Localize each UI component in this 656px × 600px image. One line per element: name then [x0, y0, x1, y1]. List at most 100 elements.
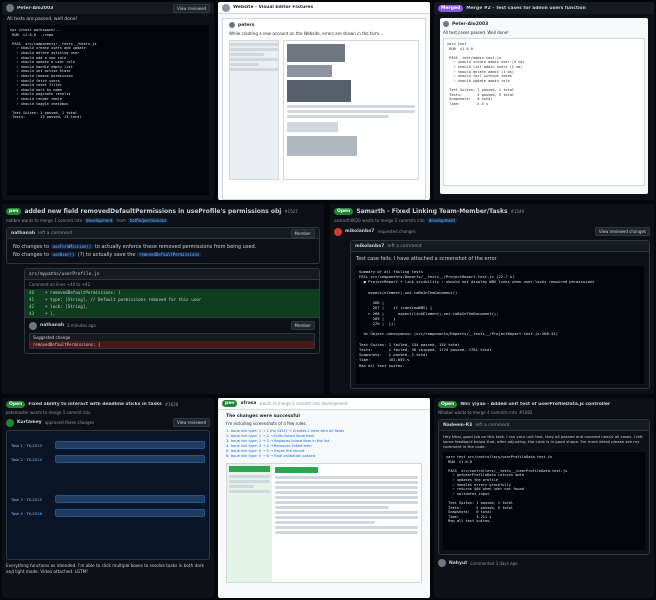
status-badge: Open — [6, 400, 26, 408]
avatar — [443, 21, 449, 27]
review-text: (?) to actually save the — [77, 252, 136, 258]
comment-subheading: I'm including screenshots of a few rules… — [226, 421, 307, 426]
comment-text: All test cases passed. Well done! — [443, 30, 509, 35]
avatar — [6, 4, 14, 12]
line-code: + type: [String], // Default permissions… — [45, 297, 202, 302]
tile-issue-links-pr: pen afrasa wants to merge 1 commit into … — [218, 398, 430, 598]
comment-card: peters While creating a new account on t… — [222, 18, 426, 200]
review-comment-header: mikolanbo7 left a comment — [351, 241, 649, 252]
footer-author[interactable]: Nahyut — [449, 561, 467, 566]
tile-permissions-pr: pen added new field removedDefaultPermis… — [2, 204, 324, 394]
comment-action: left a comment — [387, 243, 422, 249]
comment-author[interactable]: Peter-Alo2003 — [17, 6, 53, 11]
review-comment: nathanah left a comment Member No change… — [6, 227, 320, 264]
line-code: + }, — [45, 311, 56, 316]
diff-line: 43 + }, — [25, 310, 319, 317]
comment-author[interactable]: Nadeem-R3 — [443, 423, 472, 428]
browser-bar: Website - Visual Editor Fixtures — [218, 2, 430, 14]
base-branch[interactable]: development — [84, 218, 115, 223]
comment-body: The changes were successful I'm includin… — [218, 410, 430, 587]
pr-meta-text: samarth0620 wants to merge 2 commits int… — [334, 218, 425, 223]
status-badge: pen — [222, 400, 238, 407]
line-code: + removedDefaultPermissions: { — [45, 290, 121, 295]
view-reviewed-changes-button[interactable]: View reviewed changes — [594, 227, 650, 236]
comment-meta: Peter-Alo2003 — [443, 21, 645, 27]
tile-deadline-sticks-pr: Open Fixed ability to interact with dead… — [2, 398, 214, 598]
comment-action: left a comment — [475, 422, 510, 428]
pr-title[interactable]: Samarth - Fixed Linking Team-Member/Task… — [356, 208, 507, 215]
code-ref: removedDefaultPermissions — [137, 252, 202, 257]
screenshot-attachment — [226, 463, 422, 583]
pr-meta: Nhlatwi wants to merge 4 commits into #1… — [434, 410, 654, 415]
merged-badge: Merged — [438, 4, 464, 12]
review-comment-header: Nadeem-R3 left a comment — [439, 420, 649, 431]
tile-admin-tests: Merged Merge #2 - Test cases for admin u… — [434, 2, 654, 200]
status-badge: Open — [438, 400, 458, 408]
base-branch[interactable]: development — [426, 218, 458, 223]
code-ref: useUser() — [50, 252, 77, 257]
reply-time: 2 minutes ago — [67, 323, 96, 328]
review-comment: mikolanbo7 left a comment Test case fail… — [350, 240, 650, 389]
pr-title[interactable]: Merge #2 - Test cases for admin users fu… — [466, 6, 586, 11]
diff-file-path[interactable]: src/mypaths/userProfile.js — [25, 269, 319, 280]
head-branch[interactable]: hotfix/permissions — [127, 218, 169, 223]
tile-visual-editor: Website - Visual Editor Fixtures peters … — [218, 2, 430, 200]
comment-header: Peter-Alo2003 View reviewed — [2, 2, 214, 14]
deadline-stick[interactable] — [55, 455, 205, 463]
line-number: 42 — [29, 304, 35, 309]
comment-text: Hey Nhai, good job on this task. I ran y… — [443, 434, 643, 449]
issue-list-item[interactable]: 6. Issue link type: 5 → 6 → Final valida… — [226, 454, 422, 459]
review-text: to actually enforce these removed permis… — [94, 244, 257, 250]
review-line-1: No changes to useFormMission() to actual… — [13, 243, 313, 251]
comment-author[interactable]: mikolanbo7 — [355, 244, 384, 249]
page-url[interactable]: Website - Visual Editor Fixtures — [233, 5, 313, 10]
review-status: mikolanbo7 requested changes View review… — [330, 223, 654, 240]
pr-title[interactable]: Fixed ability to interact with deadline … — [28, 402, 161, 407]
line-number: 40 — [29, 290, 35, 295]
pr-meta: wants to merge 1 commit into development — [259, 401, 348, 406]
comment-text: While creating a new account on the Webs… — [229, 31, 384, 36]
comment-text: Test case fails. I have attached a scree… — [356, 256, 497, 262]
review-line-2: No changes to useUser() (?) to actually … — [13, 251, 313, 259]
attached-video-frame: Task 1 · TK-2013 Task 2 · TK-2014 Task 3… — [6, 430, 210, 560]
view-reviewed-button[interactable]: View reviewed — [173, 3, 210, 13]
tile-test-results-1: Peter-Alo2003 View reviewed All tests ar… — [2, 2, 214, 200]
comment-author[interactable]: peters — [238, 23, 254, 28]
pr-meta-text: Nhlatwi wants to merge 4 commits into — [438, 410, 517, 415]
screenshot-attachment — [229, 40, 419, 180]
review-comment-header: nathanah left a comment Member — [7, 228, 319, 239]
pr-header: Open Nhi/ yiyao - Added unit test of use… — [434, 398, 654, 410]
review-action: approved these changes — [44, 420, 95, 425]
pr-title[interactable]: Nhi/ yiyao - Added unit test of userProf… — [460, 402, 610, 407]
deadline-stick[interactable] — [55, 509, 205, 517]
pr-header: pen added new field removedDefaultPermis… — [2, 204, 324, 218]
reviewer-name[interactable]: Kurtamey — [17, 420, 42, 425]
comment-author[interactable]: Peter-Alo2003 — [452, 22, 488, 27]
comment-heading: The changes were successful — [226, 414, 300, 419]
test-output: yarn test src/controllers/userProfileDat… — [443, 452, 645, 550]
screenshot-sidebar — [227, 464, 272, 582]
avatar — [229, 22, 235, 28]
tile-team-member-tasks-pr: Open Samarth - Fixed Linking Team-Member… — [330, 204, 654, 394]
comment-meta: peters — [229, 22, 419, 28]
task-row: Task 3 · TK-2015 — [11, 495, 205, 503]
comment-card: Peter-Alo2003 All test cases passed. Wel… — [440, 18, 648, 194]
deadline-stick[interactable] — [55, 495, 205, 503]
deadline-stick[interactable] — [55, 441, 205, 449]
approved-icon — [6, 418, 14, 427]
review-action: left a comment — [38, 230, 73, 236]
reviewer-name[interactable]: mikolanbo7 — [345, 229, 374, 234]
reply-author[interactable]: nathanah — [40, 323, 64, 328]
test-output: yarn test RUN v1.6.0 PASS test/admin.tes… — [443, 38, 645, 186]
comment-text: All tests are passed, well done! — [7, 17, 78, 22]
diff-hunk-label: Comment on lines +40 to +42 — [29, 282, 91, 287]
diff-line: 40 + removedDefaultPermissions: { — [25, 289, 319, 296]
diff-lines: 40 + removedDefaultPermissions: { 41 + typ… — [25, 289, 319, 317]
pr-meta: natibro wants to merge 1 commit into dev… — [2, 218, 324, 223]
pr-title[interactable]: added new field removedDefaultPermission… — [24, 208, 281, 215]
diff-line: 42 + lock: [String], — [25, 303, 319, 310]
reviewer-name[interactable]: nathanah — [11, 231, 35, 236]
view-reviewed-button[interactable]: View reviewed — [173, 418, 210, 427]
pr-author[interactable]: afrasa — [240, 401, 256, 406]
pr-number: #1082 — [518, 410, 533, 415]
